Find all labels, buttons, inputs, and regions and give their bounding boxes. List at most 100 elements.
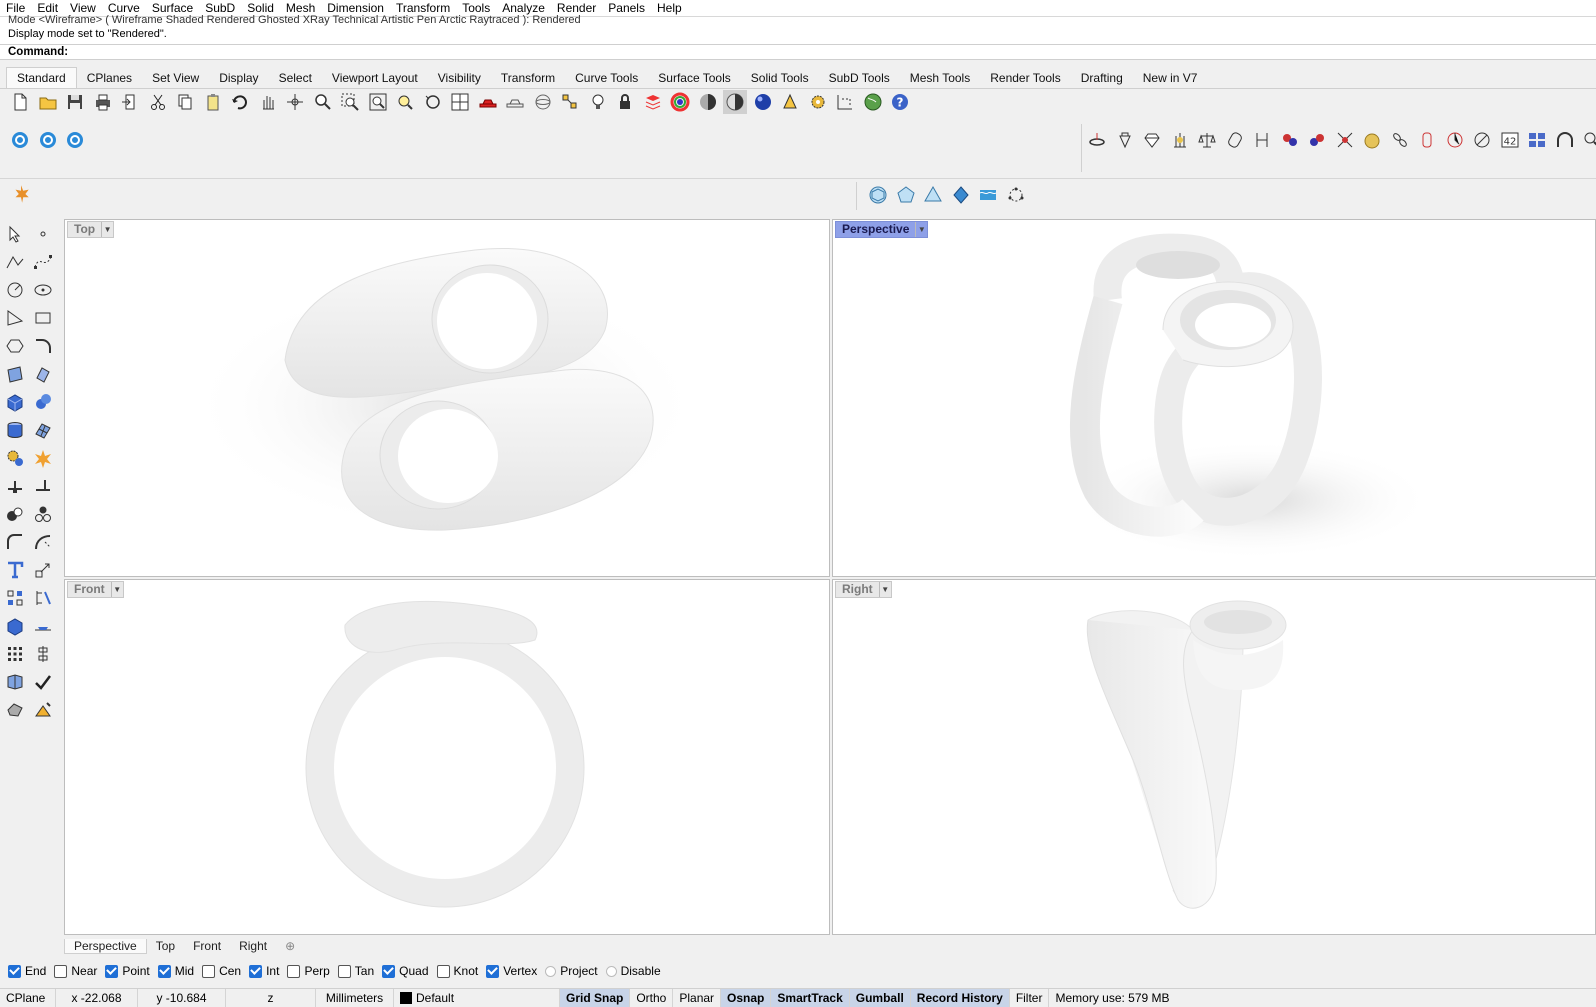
diamond-icon[interactable] — [1140, 128, 1164, 152]
polygon-icon[interactable] — [3, 334, 27, 358]
curve-icon[interactable] — [31, 250, 55, 274]
box-icon[interactable] — [3, 390, 27, 414]
import-icon[interactable] — [118, 90, 142, 114]
render-preview-icon[interactable] — [778, 90, 802, 114]
mesh-icon[interactable] — [31, 418, 55, 442]
viewport-top[interactable]: Top ▼ — [64, 219, 830, 577]
osnap-knot[interactable]: Knot — [436, 964, 478, 978]
tab-new-in-v7[interactable]: New in V7 — [1133, 68, 1208, 88]
radio[interactable] — [545, 965, 557, 977]
tab-standard[interactable]: Standard — [6, 67, 77, 88]
tab-visibility[interactable]: Visibility — [428, 68, 491, 88]
undo-icon[interactable] — [228, 90, 252, 114]
gumball-toggle[interactable]: Gumball — [849, 988, 911, 1007]
maple-leaf-icon[interactable] — [10, 183, 32, 208]
grid-array-icon[interactable] — [3, 642, 27, 666]
select-arrow-icon[interactable] — [3, 222, 27, 246]
boolean-union-icon[interactable] — [31, 390, 55, 414]
zoom-window-icon[interactable] — [338, 90, 362, 114]
rectangle-icon[interactable] — [31, 306, 55, 330]
menu-help[interactable]: Help — [651, 0, 688, 16]
fillet-curve-icon[interactable] — [31, 334, 55, 358]
osnap-mid[interactable]: Mid — [157, 964, 194, 978]
viewport-label-perspective[interactable]: Perspective ▼ — [835, 221, 929, 238]
ortho-toggle[interactable]: Ortho — [630, 988, 674, 1007]
dimension-icon[interactable] — [833, 90, 857, 114]
gumball-icon[interactable] — [31, 614, 55, 638]
undo-view-icon[interactable] — [421, 90, 445, 114]
checkbox[interactable] — [486, 964, 500, 978]
tab-drafting[interactable]: Drafting — [1071, 68, 1133, 88]
subd-pyramid-icon[interactable] — [921, 183, 945, 207]
fillet-edge-icon[interactable] — [3, 530, 27, 554]
save-icon[interactable] — [63, 90, 87, 114]
prong-icon[interactable] — [1168, 128, 1192, 152]
viewport-front[interactable]: Front ▼ — [64, 579, 830, 935]
tab-display[interactable]: Display — [209, 68, 268, 88]
checkbox[interactable] — [105, 964, 119, 978]
paint-icon[interactable] — [31, 698, 55, 722]
osnap-cen[interactable]: Cen — [202, 964, 241, 978]
extrude-curve-icon[interactable] — [31, 362, 55, 386]
vptab-right[interactable]: Right — [230, 939, 276, 953]
checkbox[interactable] — [157, 964, 171, 978]
gem-setting-icon[interactable] — [1113, 128, 1137, 152]
tab-surface-tools[interactable]: Surface Tools — [648, 68, 741, 88]
checkbox[interactable] — [382, 964, 396, 978]
checkbox[interactable] — [436, 964, 450, 978]
osnap-project[interactable]: Project — [545, 964, 598, 978]
tab-solid-tools[interactable]: Solid Tools — [741, 68, 819, 88]
subd-sphere-icon[interactable] — [866, 183, 890, 207]
osnap-end[interactable]: End — [8, 964, 46, 978]
rendered-sphere-icon[interactable] — [723, 90, 747, 114]
viewport-label-front[interactable]: Front ▼ — [67, 581, 124, 598]
explode-icon[interactable] — [31, 446, 55, 470]
print-icon[interactable] — [91, 90, 115, 114]
cylinder-icon[interactable] — [3, 418, 27, 442]
select-points-icon[interactable] — [558, 90, 582, 114]
osnap-toggle[interactable]: Osnap — [721, 988, 772, 1007]
tab-select[interactable]: Select — [269, 68, 322, 88]
check-icon[interactable] — [31, 670, 55, 694]
zoom-extents-icon[interactable] — [366, 90, 390, 114]
chevron-down-icon[interactable]: ▼ — [915, 222, 927, 237]
cutter-icon[interactable] — [1443, 128, 1467, 152]
tab-curve-tools[interactable]: Curve Tools — [565, 68, 648, 88]
checkbox[interactable] — [202, 964, 216, 978]
split-icon[interactable] — [31, 474, 55, 498]
tab-render-tools[interactable]: Render Tools — [980, 68, 1071, 88]
tab-mesh-tools[interactable]: Mesh Tools — [900, 68, 980, 88]
checkbox[interactable] — [8, 964, 21, 978]
chevron-down-icon[interactable]: ▼ — [101, 222, 113, 237]
osnap-quad[interactable]: Quad — [382, 964, 429, 978]
subd-wave-icon[interactable] — [976, 183, 1000, 207]
command-prompt[interactable]: Command: — [0, 44, 1596, 60]
bail-icon[interactable] — [1415, 128, 1439, 152]
gauge-icon[interactable] — [1470, 128, 1494, 152]
subd-icosa-icon[interactable] — [894, 183, 918, 207]
circle-icon[interactable] — [3, 278, 27, 302]
grid-snap-toggle[interactable]: Grid Snap — [560, 988, 631, 1007]
gold-icon[interactable] — [1360, 128, 1384, 152]
surface-pts-icon[interactable] — [3, 362, 27, 386]
gems-blue-icon[interactable] — [1305, 128, 1329, 152]
render-icon[interactable] — [751, 90, 775, 114]
checkbox[interactable] — [337, 964, 351, 978]
open-folder-icon[interactable] — [36, 90, 60, 114]
osnap-near[interactable]: Near — [54, 964, 97, 978]
cplane-status[interactable]: CPlane — [0, 988, 56, 1007]
osnap-vertex[interactable]: Vertex — [486, 964, 537, 978]
gear-icon[interactable] — [3, 446, 27, 470]
smarttrack-toggle[interactable]: SmartTrack — [771, 988, 850, 1007]
ellipse-icon[interactable] — [31, 278, 55, 302]
planar-toggle[interactable]: Planar — [673, 988, 722, 1007]
tab-subd-tools[interactable]: SubD Tools — [819, 68, 900, 88]
pan-hand-icon[interactable] — [256, 90, 280, 114]
new-file-icon[interactable] — [8, 90, 32, 114]
checkbox[interactable] — [287, 964, 301, 978]
group-icon[interactable] — [31, 502, 55, 526]
text-icon[interactable] — [3, 558, 27, 582]
vptab-front[interactable]: Front — [184, 939, 230, 953]
search-icon[interactable] — [1580, 128, 1596, 152]
material-sphere-icon[interactable] — [696, 90, 720, 114]
